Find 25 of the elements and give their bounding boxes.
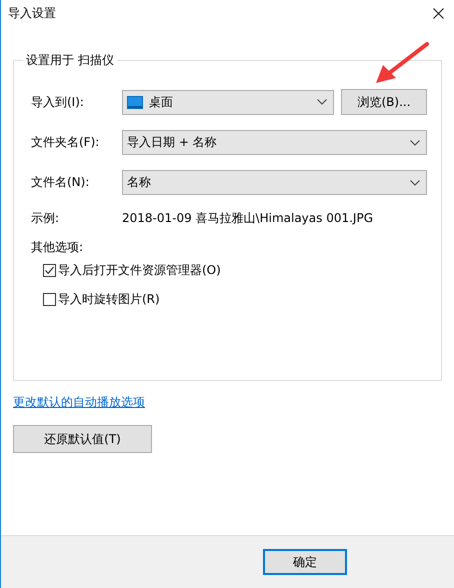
example-label: 示例: [31, 210, 60, 227]
close-icon[interactable] [433, 8, 444, 18]
checkbox-label[interactable]: 导入后打开文件资源管理器(O) [58, 262, 221, 279]
window-title: 导入设置 [8, 4, 56, 22]
checkbox[interactable] [43, 293, 56, 306]
restore-defaults-button[interactable]: 还原默认值(T) [13, 425, 152, 453]
options-heading: 其他选项: [31, 239, 84, 256]
autoplay-link[interactable]: 更改默认的自动播放选项 [13, 394, 145, 411]
field-label: 文件名(N): [31, 174, 90, 191]
example-value: 2018-01-09 喜马拉雅山\Himalayas 001.JPG [122, 210, 374, 227]
chevron-down-icon [317, 99, 327, 105]
checkbox-label[interactable]: 导入时旋转图片(R) [58, 291, 160, 308]
chevron-down-icon [410, 140, 420, 146]
checkbox[interactable] [43, 264, 56, 277]
dropdown[interactable]: 导入日期 + 名称 [122, 130, 427, 155]
browse-button[interactable]: 浏览(B)... [341, 89, 427, 115]
ok-button[interactable]: 确定 [263, 549, 347, 575]
desktop-icon [127, 96, 143, 108]
field-label: 导入到(I): [31, 94, 85, 110]
annotation-arrow [376, 42, 429, 83]
field-label: 文件夹名(F): [31, 134, 100, 151]
chevron-down-icon [410, 180, 420, 186]
dropdown[interactable]: 桌面 [122, 90, 334, 114]
dropdown[interactable]: 名称 [122, 170, 427, 195]
group-title: 设置用于 扫描仪 [25, 52, 115, 69]
